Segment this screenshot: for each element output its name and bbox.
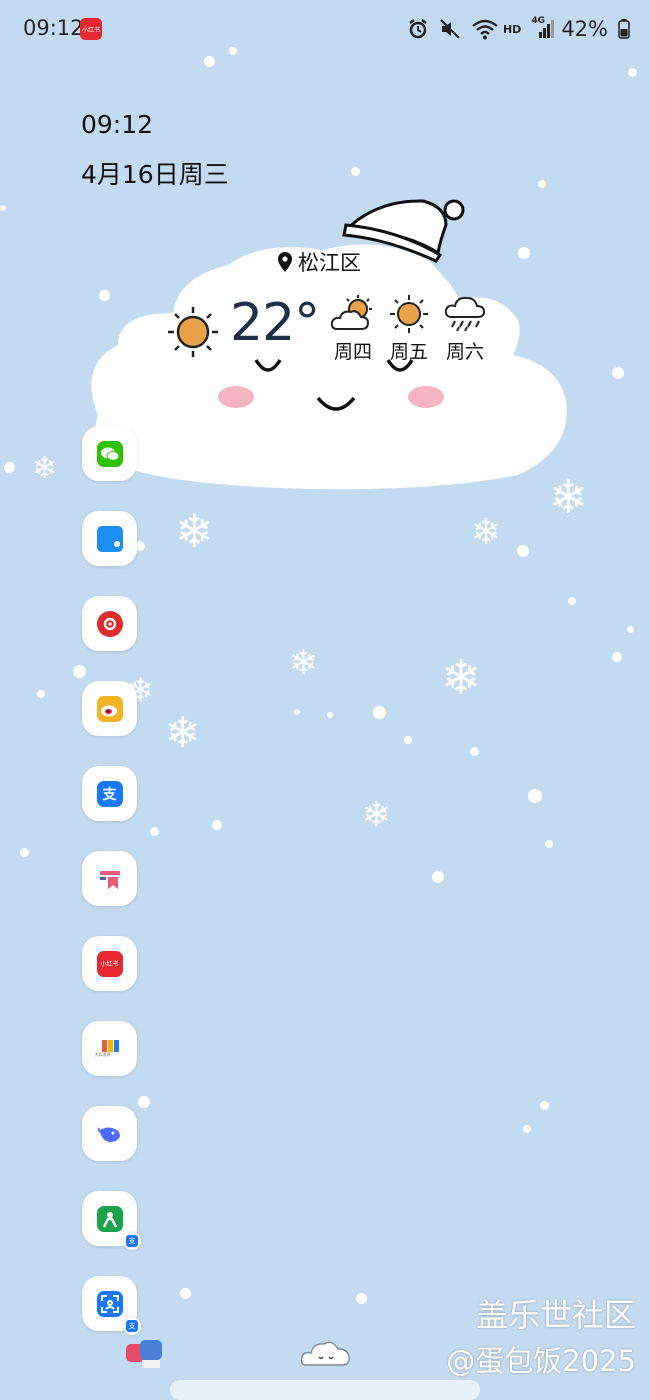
snow-dot bbox=[627, 626, 634, 633]
battery-percent: 42% bbox=[561, 17, 608, 41]
sun-icon bbox=[168, 307, 218, 357]
sun-icon bbox=[390, 295, 428, 333]
snow-dot bbox=[73, 665, 86, 678]
person-icon bbox=[96, 1205, 123, 1232]
snow-dot bbox=[204, 56, 215, 67]
snow-dot bbox=[351, 167, 360, 176]
wifi-icon bbox=[472, 19, 498, 40]
gesture-bar[interactable] bbox=[170, 1380, 480, 1400]
xiaohongshu-notification-icon: 小红书 bbox=[80, 18, 102, 40]
watermark-brand: 盖乐世社区 bbox=[475, 1296, 636, 1334]
snow-dot bbox=[568, 597, 576, 605]
snow-dot bbox=[612, 652, 622, 662]
alipay-icon: 支 bbox=[96, 780, 123, 807]
snow-dot bbox=[432, 871, 444, 883]
hd-badge: HD bbox=[502, 22, 522, 36]
small-cloud-decoration-icon bbox=[300, 1341, 350, 1366]
location-pin-icon bbox=[278, 252, 292, 272]
battery-icon bbox=[618, 19, 630, 39]
dazhong-label: 大众点评 bbox=[94, 1051, 111, 1057]
forecast-day-label: 周四 bbox=[333, 341, 372, 363]
bookmark-app-icon[interactable] bbox=[82, 851, 137, 906]
bookmark-icon bbox=[97, 866, 123, 892]
snow-dot bbox=[528, 789, 542, 803]
partly-cloudy-icon bbox=[331, 295, 372, 330]
snow-dot bbox=[373, 706, 386, 719]
wechat-app-icon[interactable] bbox=[82, 426, 137, 481]
status-icons: HD 4G 42% bbox=[407, 14, 630, 44]
snow-dot bbox=[538, 180, 546, 188]
status-bar: 09:12 小红书 HD 4G 42% bbox=[0, 0, 650, 58]
snow-dot bbox=[612, 367, 624, 379]
snow-dot bbox=[540, 1101, 549, 1110]
forecast-day-label: 周五 bbox=[389, 341, 428, 363]
weather-location[interactable]: 松江区 bbox=[278, 247, 361, 277]
scan-icon bbox=[96, 1290, 123, 1317]
alipay-badge-icon: 支 bbox=[123, 1232, 141, 1250]
tablet-app-icon[interactable] bbox=[82, 511, 137, 566]
snow-dot bbox=[0, 205, 6, 211]
xiaohongshu-icon: 小红书 bbox=[96, 950, 123, 977]
snowflake-icon: ❄ bbox=[32, 451, 58, 486]
snow-dot bbox=[517, 545, 529, 557]
location-label: 松江区 bbox=[298, 251, 361, 275]
mute-icon bbox=[440, 19, 460, 39]
dazhong-app-icon[interactable]: 大众点评 bbox=[82, 1021, 137, 1076]
snow-dot bbox=[545, 840, 553, 848]
snow-dot bbox=[212, 820, 222, 830]
forecast-day: 周五 bbox=[388, 295, 430, 364]
weibo-icon bbox=[96, 695, 123, 722]
clock-widget-time[interactable]: 09:12 bbox=[81, 110, 153, 139]
netease-icon bbox=[96, 610, 123, 637]
alipay-scan-app-icon[interactable]: 支 bbox=[82, 1276, 141, 1335]
snow-dot bbox=[404, 736, 412, 744]
cellular-signal-icon: 4G bbox=[531, 16, 555, 40]
mittens-decoration-icon bbox=[126, 1340, 162, 1368]
alarm-icon bbox=[409, 19, 427, 39]
forecast-row: 周四 周五 周六 bbox=[331, 295, 486, 364]
snow-dot bbox=[327, 712, 333, 718]
deepseek-app-icon[interactable] bbox=[82, 1106, 137, 1161]
snow-dot bbox=[628, 68, 637, 77]
forecast-day-label: 周六 bbox=[445, 341, 484, 363]
status-time: 09:12 bbox=[23, 16, 84, 40]
alipay-app-icon[interactable]: 支 bbox=[82, 766, 137, 821]
snowflake-icon: ❄ bbox=[165, 708, 201, 757]
dazhong-icon: 大众点评 bbox=[94, 1035, 123, 1062]
snowflake-icon: ❄ bbox=[289, 643, 318, 683]
wechat-icon bbox=[96, 440, 123, 467]
alipay-person-app-icon[interactable]: 支 bbox=[82, 1191, 141, 1250]
snow-dot bbox=[150, 827, 159, 836]
weibo-app-icon[interactable] bbox=[82, 681, 137, 736]
cloud-face-illustration bbox=[91, 199, 567, 490]
snow-dot bbox=[294, 709, 300, 715]
snowflake-icon: ❄ bbox=[362, 795, 391, 835]
forecast-day: 周六 bbox=[444, 295, 486, 364]
snowflake-icon: ❄ bbox=[175, 504, 214, 558]
xiaohongshu-app-icon[interactable]: 小红书 bbox=[82, 936, 137, 991]
snow-dot bbox=[470, 747, 479, 756]
snow-dot bbox=[138, 1096, 150, 1108]
current-temperature: 22° bbox=[230, 293, 320, 353]
snow-dot bbox=[180, 1288, 191, 1299]
blue-rect-icon bbox=[96, 525, 123, 552]
snowflake-icon: ❄ bbox=[471, 512, 502, 553]
forecast-day: 周四 bbox=[331, 295, 374, 364]
snow-dot bbox=[523, 1125, 531, 1133]
snow-dot bbox=[4, 462, 15, 473]
watermark-author: @蛋包饭2025 bbox=[446, 1344, 636, 1378]
rain-icon bbox=[445, 296, 485, 332]
clock-widget-date[interactable]: 4月16日周三 bbox=[81, 155, 229, 191]
snow-dot bbox=[356, 1293, 367, 1304]
snow-dot bbox=[229, 47, 237, 55]
alipay-badge-icon: 支 bbox=[123, 1317, 141, 1335]
snow-dot bbox=[37, 690, 45, 698]
whale-icon bbox=[97, 1121, 123, 1147]
snow-dot bbox=[20, 848, 29, 857]
weather-widget[interactable]: 松江区 22° 周四 周五 周六 bbox=[78, 195, 570, 495]
snowflake-icon: ❄ bbox=[441, 650, 482, 706]
netease-music-app-icon[interactable] bbox=[82, 596, 137, 651]
